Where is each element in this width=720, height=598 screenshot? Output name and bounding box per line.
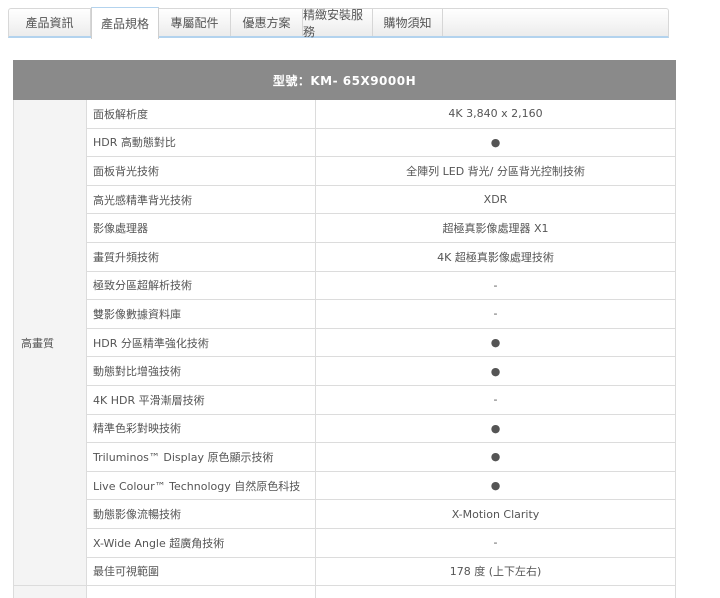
- table-row: 極致分區超解析技術-: [14, 271, 676, 300]
- spec-cell: [87, 586, 316, 598]
- spec-name: 畫質升頻技術: [87, 242, 316, 271]
- spec-value: ●: [316, 443, 676, 472]
- table-row: 影像處理器超極真影像處理器 X1: [14, 214, 676, 243]
- spec-name: 最佳可視範圍: [87, 557, 316, 586]
- table-row: [14, 586, 676, 598]
- spec-cell: [316, 586, 676, 598]
- model-header: 型號：KM- 65X9000H: [14, 61, 676, 100]
- spec-value: 全陣列 LED 背光/ 分區背光控制技術: [316, 157, 676, 186]
- spec-name: 雙影像數據資料庫: [87, 300, 316, 329]
- spec-name: 動態影像流暢技術: [87, 500, 316, 529]
- table-row: 4K HDR 平滑漸層技術-: [14, 385, 676, 414]
- spec-name: 高光感精準背光技術: [87, 185, 316, 214]
- table-row: 畫質升頻技術4K 超極真影像處理技術: [14, 242, 676, 271]
- table-row: 動態影像流暢技術X-Motion Clarity: [14, 500, 676, 529]
- tab-product-specs[interactable]: 產品規格: [91, 7, 159, 39]
- spec-name: HDR 分區精準強化技術: [87, 328, 316, 357]
- table-row: X-Wide Angle 超廣角技術-: [14, 528, 676, 557]
- spec-value: 178 度 (上下左右): [316, 557, 676, 586]
- table-row: HDR 高動態對比●: [14, 128, 676, 157]
- table-row: 高光感精準背光技術XDR: [14, 185, 676, 214]
- tab-shopping-notes[interactable]: 購物須知: [373, 9, 443, 36]
- table-row: 雙影像數據資料庫-: [14, 300, 676, 329]
- table-row: Live Colour™ Technology 自然原色科技●: [14, 471, 676, 500]
- tab-installation-service[interactable]: 精緻安裝服務: [303, 9, 373, 36]
- spec-value: ●: [316, 128, 676, 157]
- spec-value: XDR: [316, 185, 676, 214]
- table-row: 精準色彩對映技術●: [14, 414, 676, 443]
- spec-value: -: [316, 271, 676, 300]
- spec-name: 精準色彩對映技術: [87, 414, 316, 443]
- table-row: 面板背光技術全陣列 LED 背光/ 分區背光控制技術: [14, 157, 676, 186]
- spec-value: 超極真影像處理器 X1: [316, 214, 676, 243]
- tab-bar: 產品資訊 產品規格 專屬配件 優惠方案 精緻安裝服務 購物須知: [8, 8, 669, 38]
- spec-name: 影像處理器: [87, 214, 316, 243]
- spec-value: -: [316, 300, 676, 329]
- spec-name: 面板解析度: [87, 100, 316, 129]
- table-row: 高畫質面板解析度4K 3,840 x 2,160: [14, 100, 676, 129]
- spec-cell: [14, 586, 87, 598]
- spec-name: 動態對比增強技術: [87, 357, 316, 386]
- spec-value: ●: [316, 328, 676, 357]
- spec-value: 4K 3,840 x 2,160: [316, 100, 676, 129]
- spec-value: X-Motion Clarity: [316, 500, 676, 529]
- spec-value: ●: [316, 414, 676, 443]
- spec-name: 4K HDR 平滑漸層技術: [87, 385, 316, 414]
- spec-name: 極致分區超解析技術: [87, 271, 316, 300]
- spec-value: -: [316, 528, 676, 557]
- table-row: 最佳可視範圍178 度 (上下左右): [14, 557, 676, 586]
- spec-value: 4K 超極真影像處理技術: [316, 242, 676, 271]
- spec-name: HDR 高動態對比: [87, 128, 316, 157]
- spec-name: 面板背光技術: [87, 157, 316, 186]
- tab-accessories[interactable]: 專屬配件: [159, 9, 231, 36]
- tab-product-info[interactable]: 產品資訊: [9, 9, 91, 36]
- spec-table: 型號：KM- 65X9000H 高畫質面板解析度4K 3,840 x 2,160…: [13, 60, 676, 598]
- spec-value: -: [316, 385, 676, 414]
- table-row: 動態對比增強技術●: [14, 357, 676, 386]
- table-row: HDR 分區精準強化技術●: [14, 328, 676, 357]
- spec-value: ●: [316, 357, 676, 386]
- spec-name: Triluminos™ Display 原色顯示技術: [87, 443, 316, 472]
- spec-name: Live Colour™ Technology 自然原色科技: [87, 471, 316, 500]
- spec-body: 高畫質面板解析度4K 3,840 x 2,160HDR 高動態對比●面板背光技術…: [14, 100, 676, 598]
- spec-value: ●: [316, 471, 676, 500]
- tab-promotions[interactable]: 優惠方案: [231, 9, 303, 36]
- table-row: Triluminos™ Display 原色顯示技術●: [14, 443, 676, 472]
- category-label: 高畫質: [14, 100, 87, 586]
- spec-name: X-Wide Angle 超廣角技術: [87, 528, 316, 557]
